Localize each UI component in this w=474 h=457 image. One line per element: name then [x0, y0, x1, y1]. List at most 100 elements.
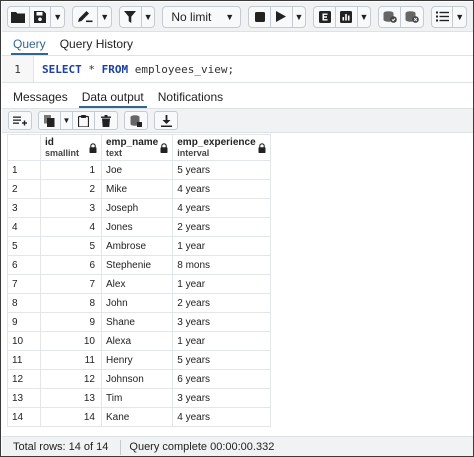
cell-emp-experience[interactable]: 1 year — [172, 236, 271, 256]
table-row[interactable]: 5 5 Ambrose 1 year — [7, 236, 271, 256]
table-row[interactable]: 7 7 Alex 1 year — [7, 274, 271, 294]
cell-emp-experience[interactable]: 1 year — [172, 331, 271, 351]
cell-emp-name[interactable]: Mike — [100, 179, 174, 199]
cell-emp-name[interactable]: Shane — [100, 312, 174, 332]
row-number-header[interactable] — [7, 134, 41, 161]
format-options-caret[interactable]: ▼ — [453, 7, 466, 27]
cell-emp-name[interactable]: Tim — [100, 388, 174, 408]
cell-emp-name[interactable]: Joe — [100, 160, 174, 180]
row-number-cell[interactable]: 8 — [7, 293, 41, 313]
table-row[interactable]: 4 4 Jones 2 years — [7, 217, 271, 237]
execute-button[interactable] — [271, 6, 293, 27]
tab-query[interactable]: Query — [11, 37, 48, 55]
table-row[interactable]: 14 14 Kane 4 years — [7, 407, 271, 427]
row-number-cell[interactable]: 14 — [7, 407, 41, 427]
row-number-cell[interactable]: 7 — [7, 274, 41, 294]
cell-id[interactable]: 9 — [40, 312, 102, 332]
cell-emp-experience[interactable]: 6 years — [172, 369, 271, 389]
cell-emp-name[interactable]: Joseph — [100, 198, 174, 218]
column-header-emp-experience[interactable]: emp_experience interval — [172, 134, 271, 161]
format-button[interactable] — [432, 6, 454, 27]
cell-id[interactable]: 1 — [40, 160, 102, 180]
explain-options-caret[interactable]: ▼ — [358, 7, 371, 27]
download-button[interactable] — [155, 112, 177, 129]
cell-id[interactable]: 8 — [40, 293, 102, 313]
cell-emp-experience[interactable]: 4 years — [172, 179, 271, 199]
cell-emp-experience[interactable]: 2 years — [172, 293, 271, 313]
table-row[interactable]: 12 12 Johnson 6 years — [7, 369, 271, 389]
column-header-id[interactable]: id smallint — [40, 134, 102, 161]
tab-messages[interactable]: Messages — [13, 90, 68, 108]
cell-emp-name[interactable]: Stephenie — [100, 255, 174, 275]
cell-emp-experience[interactable]: 5 years — [172, 160, 271, 180]
explain-button[interactable] — [314, 6, 336, 27]
rollback-button[interactable] — [401, 7, 423, 27]
commit-button[interactable] — [379, 6, 402, 27]
table-row[interactable]: 11 11 Henry 5 years — [7, 350, 271, 370]
stop-button[interactable] — [249, 6, 271, 27]
row-number-cell[interactable]: 4 — [7, 217, 41, 237]
cell-emp-experience[interactable]: 8 mons — [172, 255, 271, 275]
row-number-cell[interactable]: 9 — [7, 312, 41, 332]
edit-button[interactable] — [73, 6, 99, 27]
cell-id[interactable]: 7 — [40, 274, 102, 294]
delete-button[interactable] — [95, 112, 117, 129]
column-header-emp-name[interactable]: emp_name text — [100, 134, 174, 161]
cell-id[interactable]: 10 — [40, 331, 102, 351]
table-row[interactable]: 9 9 Shane 3 years — [7, 312, 271, 332]
cell-emp-name[interactable]: John — [100, 293, 174, 313]
copy-options-caret[interactable]: ▼ — [61, 112, 73, 129]
row-number-cell[interactable]: 13 — [7, 388, 41, 408]
cell-emp-name[interactable]: Alex — [100, 274, 174, 294]
table-row[interactable]: 6 6 Stephenie 8 mons — [7, 255, 271, 275]
row-limit-select[interactable]: No limit ▼ — [163, 7, 240, 27]
cell-id[interactable]: 6 — [40, 255, 102, 275]
cell-id[interactable]: 11 — [40, 350, 102, 370]
execute-options-caret[interactable]: ▼ — [293, 7, 306, 27]
cell-emp-experience[interactable]: 1 year — [172, 274, 271, 294]
cell-emp-experience[interactable]: 5 years — [172, 350, 271, 370]
paste-button[interactable] — [73, 112, 95, 129]
row-number-cell[interactable]: 1 — [7, 160, 41, 180]
row-number-cell[interactable]: 2 — [7, 179, 41, 199]
cell-emp-name[interactable]: Ambrose — [100, 236, 174, 256]
sql-editor[interactable]: 1 SELECT * FROM employees_view; — [2, 55, 473, 83]
tab-data-output[interactable]: Data output — [78, 90, 147, 108]
cell-emp-name[interactable]: Alexa — [100, 331, 174, 351]
explain-analyze-button[interactable] — [336, 6, 358, 27]
table-row[interactable]: 3 3 Joseph 4 years — [7, 198, 271, 218]
table-row[interactable]: 10 10 Alexa 1 year — [7, 331, 271, 351]
table-row[interactable]: 8 8 John 2 years — [7, 293, 271, 313]
cell-emp-experience[interactable]: 4 years — [172, 198, 271, 218]
save-button[interactable] — [30, 6, 52, 27]
cell-emp-name[interactable]: Kane — [100, 407, 174, 427]
cell-id[interactable]: 3 — [40, 198, 102, 218]
row-number-cell[interactable]: 10 — [7, 331, 41, 351]
tab-query-history[interactable]: Query History — [60, 37, 133, 55]
cell-id[interactable]: 14 — [40, 407, 102, 427]
cell-id[interactable]: 12 — [40, 369, 102, 389]
save-data-changes-button[interactable] — [125, 112, 147, 129]
table-row[interactable]: 13 13 Tim 3 years — [7, 388, 271, 408]
row-number-cell[interactable]: 11 — [7, 350, 41, 370]
cell-emp-name[interactable]: Johnson — [100, 369, 174, 389]
cell-emp-name[interactable]: Henry — [100, 350, 174, 370]
copy-button[interactable] — [39, 112, 61, 129]
tab-notifications[interactable]: Notifications — [158, 90, 223, 108]
cell-emp-experience[interactable]: 2 years — [172, 217, 271, 237]
filter-button[interactable] — [120, 6, 142, 27]
sql-code-line[interactable]: SELECT * FROM employees_view; — [34, 63, 234, 76]
row-number-cell[interactable]: 12 — [7, 369, 41, 389]
row-number-cell[interactable]: 5 — [7, 236, 41, 256]
cell-id[interactable]: 13 — [40, 388, 102, 408]
save-options-caret[interactable]: ▼ — [51, 7, 64, 27]
cell-emp-experience[interactable]: 3 years — [172, 312, 271, 332]
cell-id[interactable]: 2 — [40, 179, 102, 199]
filter-options-caret[interactable]: ▼ — [142, 7, 155, 27]
row-number-cell[interactable]: 6 — [7, 255, 41, 275]
cell-id[interactable]: 4 — [40, 217, 102, 237]
row-number-cell[interactable]: 3 — [7, 198, 41, 218]
open-file-button[interactable] — [8, 6, 30, 27]
table-row[interactable]: 1 1 Joe 5 years — [7, 160, 271, 180]
edit-options-caret[interactable]: ▼ — [98, 7, 111, 27]
